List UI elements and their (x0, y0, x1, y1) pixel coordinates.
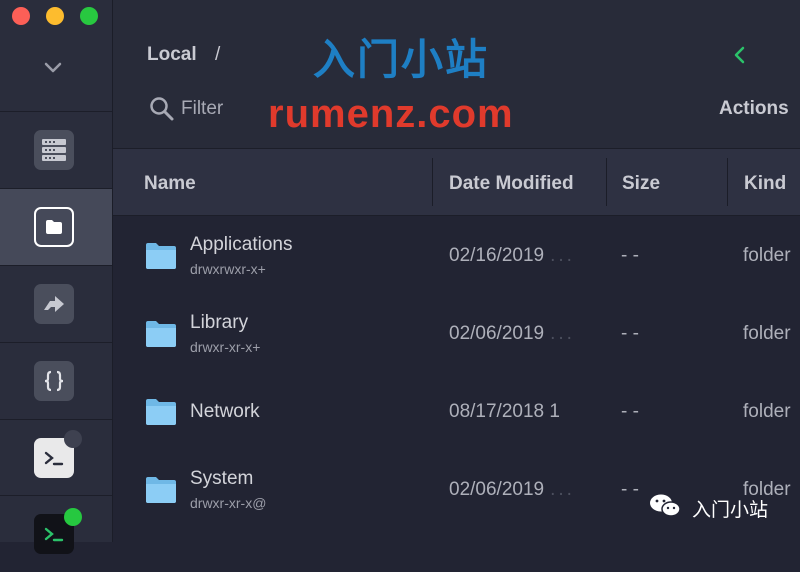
file-date: 02/06/2019... (449, 323, 575, 345)
server-icon (34, 130, 74, 170)
file-size: - - (621, 479, 639, 500)
file-name: Applications (190, 234, 293, 255)
truncation-dots: ... (550, 323, 575, 344)
truncation-dots: ... (550, 479, 575, 500)
truncation-dots: ... (550, 245, 575, 266)
file-kind: folder (743, 323, 791, 344)
braces-icon (34, 361, 74, 401)
sidebar-item-port-forwarding[interactable] (0, 266, 112, 342)
sidebar (0, 0, 113, 554)
file-name: Network (190, 401, 260, 422)
file-date-value: 02/06/2019 (449, 323, 545, 344)
file-size: - - (621, 245, 639, 266)
file-date: 08/17/2018 1 (449, 401, 560, 423)
search-icon[interactable] (149, 96, 177, 122)
watermark-footer: 入门小站 (692, 500, 769, 521)
sidebar-item-hosts[interactable] (0, 112, 112, 188)
wechat-icon (648, 493, 682, 519)
file-date-value: 02/16/2019 (449, 245, 545, 266)
table-row[interactable]: Network 08/17/2018 1 - - folder (113, 373, 800, 451)
table-row[interactable]: Applications drwxrwxr-x+ 02/16/2019... -… (113, 217, 800, 295)
actions-button[interactable]: Actions (719, 98, 789, 120)
filter-input[interactable]: Filter (181, 98, 223, 120)
header: Local / Filter Actions 入门小站 rumenz.com (113, 0, 800, 148)
status-badge (64, 430, 82, 448)
column-header-name[interactable]: Name (144, 173, 196, 195)
watermark-url: rumenz.com (268, 92, 514, 136)
folder-icon (145, 239, 177, 271)
chevron-down-icon[interactable] (42, 58, 64, 78)
folder-icon (145, 473, 177, 505)
close-window-button[interactable] (12, 7, 30, 25)
maximize-window-button[interactable] (80, 7, 98, 25)
table-header: Name Date Modified Size Kind (113, 148, 800, 216)
column-header-kind[interactable]: Kind (744, 173, 786, 195)
column-divider[interactable] (606, 158, 607, 206)
file-date-value: 02/06/2019 (449, 479, 545, 500)
table-row[interactable]: Library drwxr-xr-x+ 02/06/2019... - - fo… (113, 295, 800, 373)
file-size: - - (621, 401, 639, 422)
column-header-size[interactable]: Size (622, 173, 660, 195)
forward-arrow-icon (34, 284, 74, 324)
sidebar-item-snippets[interactable] (0, 343, 112, 419)
file-name: System (190, 468, 254, 489)
breadcrumb-local[interactable]: Local (147, 44, 197, 66)
file-kind: folder (743, 401, 791, 422)
watermark-title: 入门小站 (313, 36, 490, 83)
chevron-left-icon[interactable] (731, 44, 749, 66)
column-header-date-modified[interactable]: Date Modified (449, 173, 574, 195)
column-divider[interactable] (432, 158, 433, 206)
folder-icon (145, 317, 177, 349)
file-kind: folder (743, 245, 791, 266)
file-date: 02/16/2019... (449, 245, 575, 267)
file-size: - - (621, 323, 639, 344)
file-permissions: drwxr-xr-x@ (190, 495, 267, 511)
column-divider[interactable] (727, 158, 728, 206)
status-badge (64, 508, 82, 526)
file-date: 02/06/2019... (449, 479, 575, 501)
sidebar-item-terminal[interactable] (0, 420, 112, 496)
file-permissions: drwxr-xr-x+ (190, 339, 261, 355)
folder-icon (145, 395, 177, 427)
file-permissions: drwxrwxr-x+ (190, 261, 266, 277)
breadcrumb-separator: / (215, 44, 221, 65)
sidebar-item-sftp[interactable] (0, 189, 112, 265)
minimize-window-button[interactable] (46, 7, 64, 25)
folder-icon (34, 207, 74, 247)
sidebar-item-terminal-active[interactable] (0, 496, 112, 572)
file-name: Library (190, 312, 249, 333)
file-date-value: 08/17/2018 1 (449, 401, 560, 422)
